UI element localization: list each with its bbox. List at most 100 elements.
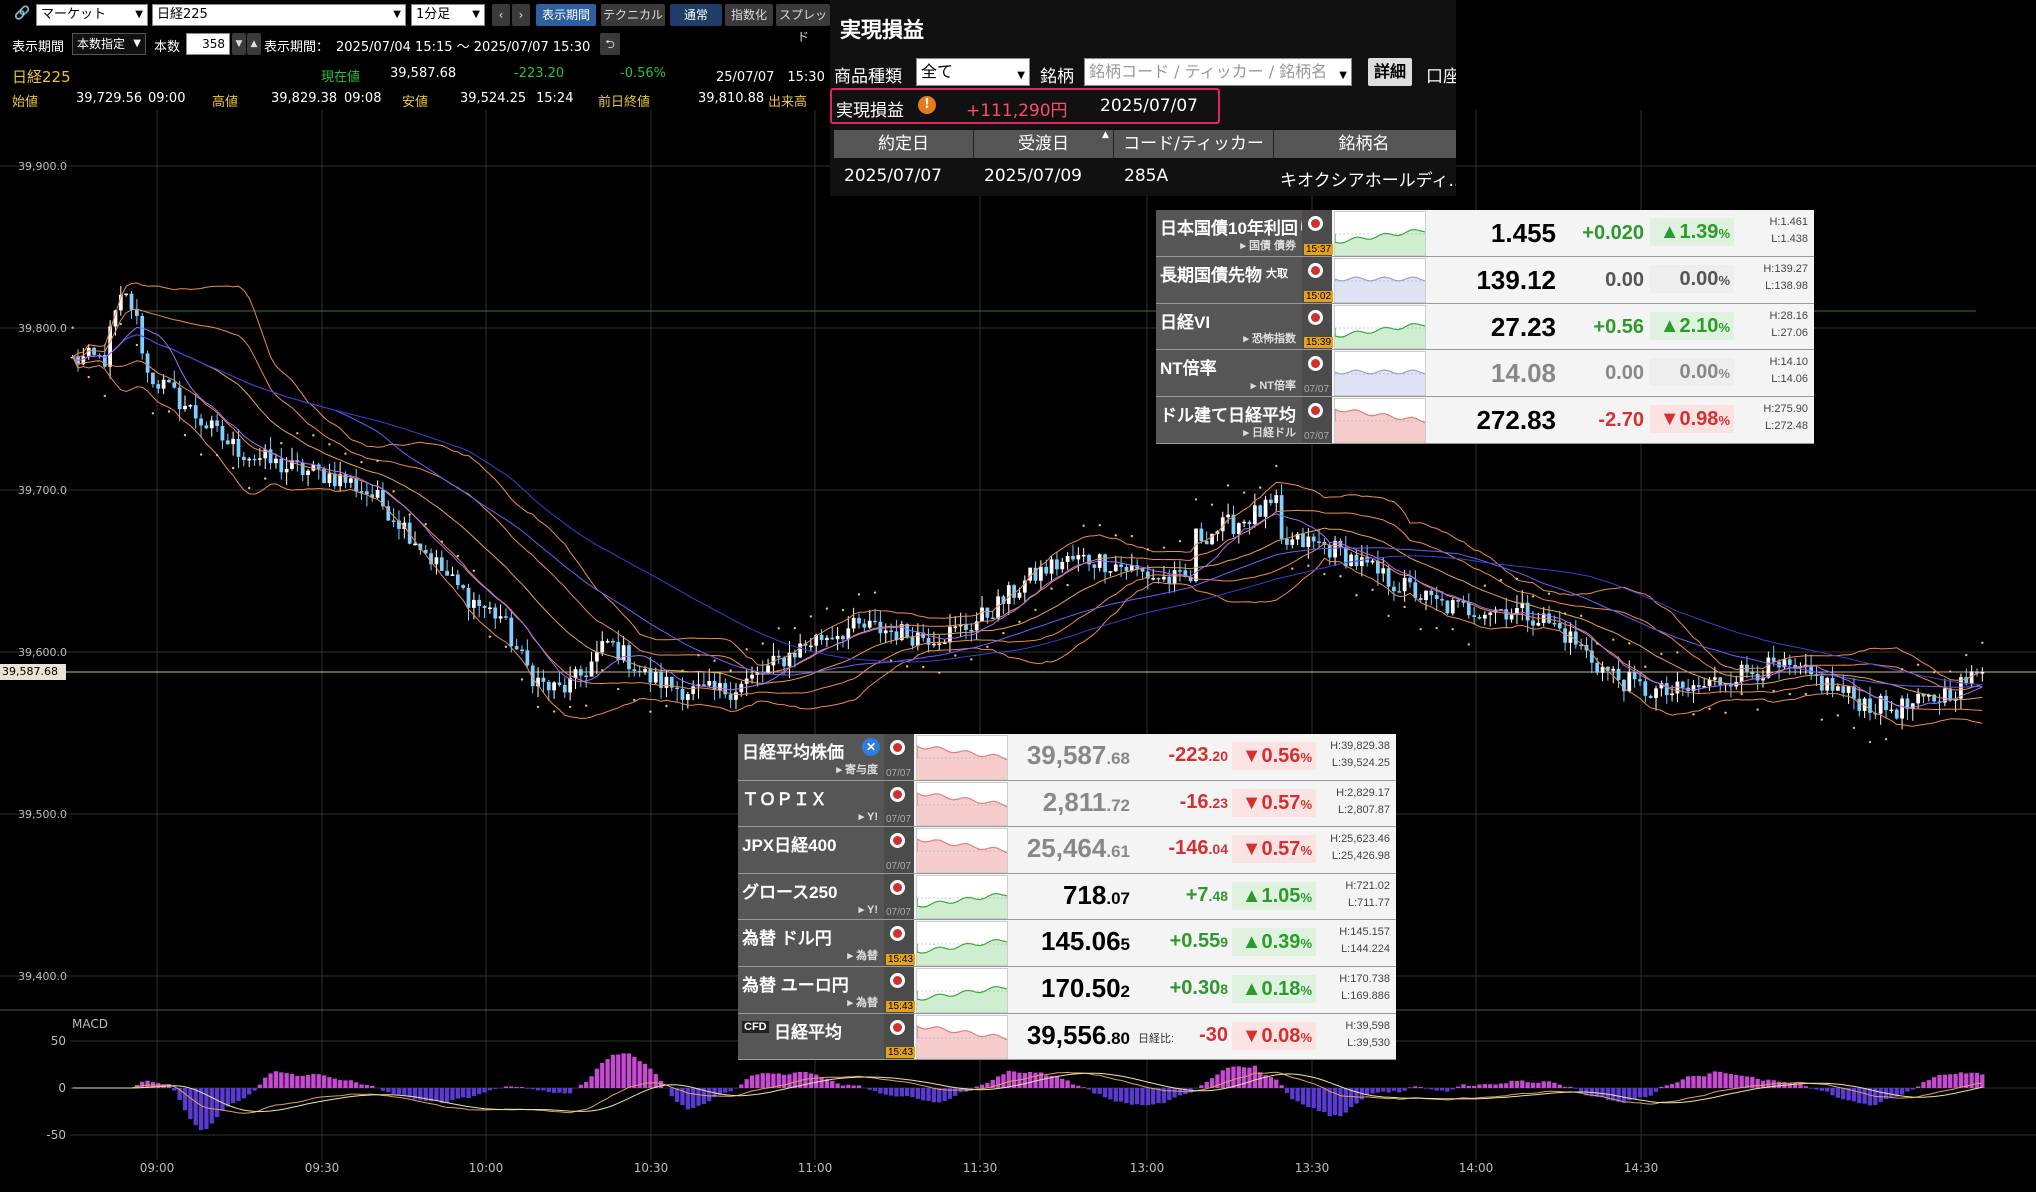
macd-bar [568, 1088, 573, 1094]
candle-body [332, 473, 337, 487]
type-select[interactable]: 全て ▼ [916, 58, 1030, 86]
market-row[interactable]: 日本国債10年利回り ▸ 国債 債券 15:37 1.455 +0.020 ▲1.39% H… [1156, 210, 1814, 257]
col-code[interactable]: コード/ティッカー [1114, 130, 1274, 158]
market-row[interactable]: 日経VI ▸ 恐怖指数 15:39 27.23 +0.56 ▲2.10% H:28.16 L:… [1156, 303, 1814, 351]
detail-button[interactable]: 詳細 [1368, 58, 1412, 86]
count-stepper[interactable]: ▼ [232, 33, 246, 55]
market-row[interactable]: 長期国債先物 大取 15:02 139.12 0.00 0.00% H:139.27 L:13… [1156, 256, 1814, 304]
market-row[interactable]: グロース250 ▸ Y! 07/07 718.07 +7.48 ▲1.05% H:721.0… [738, 873, 1396, 921]
sar-dot [1515, 577, 1519, 581]
market-row[interactable]: CFD 日経平均 15:43 39,556.80 日経比: -30 ▼0.08% H:39,5… [738, 1013, 1396, 1061]
market-sub-link[interactable]: ▸ 為替 [847, 994, 878, 1010]
market-sub-link[interactable]: ▸ Y! [859, 903, 878, 916]
candle-body [1349, 554, 1353, 567]
market-select[interactable]: マーケット ▼ [36, 4, 148, 26]
sparkline [917, 986, 1007, 1012]
market-name: ＴＯＰＩＸ [742, 789, 827, 809]
col-settle-date[interactable]: 受渡日 [974, 130, 1114, 158]
market-row[interactable]: JPX日経400 07/07 25,464.61 -146.04 ▼0.57% H:25,… [738, 827, 1396, 874]
market-value-int: 14.08 [1490, 358, 1556, 389]
macd-bar [1664, 1085, 1669, 1088]
macd-bar [1322, 1088, 1327, 1112]
col-trade-date[interactable]: 約定日 [834, 130, 974, 158]
display-period-label: 表示期間 [12, 40, 65, 55]
sar-dot [312, 434, 315, 437]
table-row[interactable]: 2025/07/07 2025/07/09 285A キオクシアホールディ... [834, 160, 1456, 192]
market-sub-link[interactable]: ▸ Y! [859, 810, 878, 823]
candle-body [514, 646, 519, 650]
candle-body [1482, 614, 1487, 619]
candle-body [573, 669, 578, 678]
symbol-search-input[interactable]: 銘柄コード / ティッカー / 銘柄名 ▼ [1084, 58, 1352, 86]
candle-body [1616, 668, 1621, 680]
pct-unit: % [1718, 413, 1730, 429]
macd-bar [1370, 1088, 1375, 1094]
candle-body [632, 669, 637, 671]
market-sub-link[interactable]: ▸ 日経ドル [1243, 424, 1296, 440]
market-sub-link[interactable]: ▸ 為替 [847, 947, 878, 963]
index-button[interactable]: 指数化 [725, 4, 773, 26]
col-name[interactable]: 銘柄名 [1274, 130, 1454, 158]
market-sub-link[interactable]: ▸ 寄与度 [836, 761, 878, 777]
period-button[interactable]: 表示期間 [536, 4, 596, 26]
market-sub-link[interactable]: ▸ NT倍率 [1251, 377, 1296, 393]
sar-dot [488, 635, 492, 638]
sar-dot [713, 659, 716, 662]
market-change-pct-value: ▼0.57 [1241, 791, 1301, 814]
symbol-select[interactable]: 日経225 ▼ [152, 4, 406, 26]
reset-button[interactable]: ⮌ [600, 33, 620, 55]
macd-bar [1450, 1088, 1455, 1090]
count-input[interactable]: 358 [186, 33, 230, 55]
market-row[interactable]: 為替 ユーロ円 ▸ 為替 15:43 170.502 +0.308 ▲0.18% H:170… [738, 967, 1396, 1014]
market-name-cell: 日経平均株価 ▸ 寄与度 ✕ [738, 734, 884, 780]
macd-bar [252, 1088, 257, 1091]
macd-bar [1156, 1088, 1161, 1104]
market-value-int: 27.23 [1490, 311, 1556, 342]
candle-body [466, 587, 471, 608]
prev-button[interactable]: ‹ [492, 4, 510, 26]
pct-unit: % [1300, 983, 1312, 998]
japan-flag-icon [890, 786, 905, 802]
market-sub-link[interactable]: ▸ 恐怖指数 [1243, 330, 1296, 346]
market-row[interactable]: 為替 ドル円 ▸ 為替 15:43 145.065 +0.559 ▲0.39% H:145.… [738, 920, 1396, 967]
market-high: H:39,598 [1345, 1019, 1390, 1032]
market-change-pct: ▲1.39% [1650, 218, 1734, 246]
prev-close-value: 39,810.88 [698, 91, 765, 106]
sar-dot [1579, 614, 1583, 618]
count-mode-select[interactable]: 本数指定 ▼ [72, 33, 146, 55]
candle-body [231, 438, 236, 445]
candle-body [1477, 616, 1482, 619]
macd-bar [1509, 1080, 1514, 1088]
market-row[interactable]: 日経平均株価 ▸ 寄与度 ✕ 07/07 39,587.68 -223.20 ▼0.56% H… [738, 734, 1396, 781]
macd-bar [937, 1088, 942, 1103]
candle-body [707, 681, 712, 686]
market-row[interactable]: ＴＯＰＩＸ ▸ Y! 07/07 2,811.72 -16.23 ▼0.57% H:2,82… [738, 780, 1396, 828]
technical-button[interactable]: テクニカル [601, 4, 665, 26]
macd-bar [905, 1088, 910, 1097]
sparkline [1335, 322, 1425, 349]
macd-bar [878, 1088, 883, 1094]
high-low: H:39,829.38 L:39,524.25 [1320, 738, 1390, 772]
candle-body [274, 458, 278, 464]
candle-body [1755, 674, 1760, 681]
next-button[interactable]: › [512, 4, 530, 26]
market-row[interactable]: NT倍率 ▸ NT倍率 07/07 14.08 0.00 0.00% H:14.10 L:14… [1156, 350, 1814, 398]
macd-bar [471, 1088, 477, 1097]
spread-button[interactable]: スプレッド [776, 4, 830, 44]
close-icon[interactable]: ✕ [862, 738, 880, 756]
normal-button[interactable]: 通常 [670, 4, 722, 26]
market-row[interactable]: ドル建て日経平均 ▸ 日経ドル 07/07 272.83 -2.70 ▼0.98% H:27… [1156, 397, 1814, 444]
macd-bar [1445, 1088, 1450, 1092]
candle-body [926, 637, 931, 645]
market-sub-link[interactable]: ▸ 国債 債券 [1240, 237, 1296, 253]
sar-dot [1612, 638, 1615, 641]
timeframe-select[interactable]: 1分足 ▼ [411, 4, 485, 26]
sar-dot [1242, 491, 1246, 494]
market-sub-label: NT倍率 [1259, 380, 1296, 393]
macd-bar [760, 1073, 765, 1088]
candle-body [1643, 681, 1648, 696]
sar-dot [1275, 464, 1278, 468]
macd-bar [814, 1074, 819, 1088]
count-stepper-up[interactable]: ▲ [247, 33, 261, 55]
link-icon[interactable]: 🔗 [14, 6, 30, 21]
